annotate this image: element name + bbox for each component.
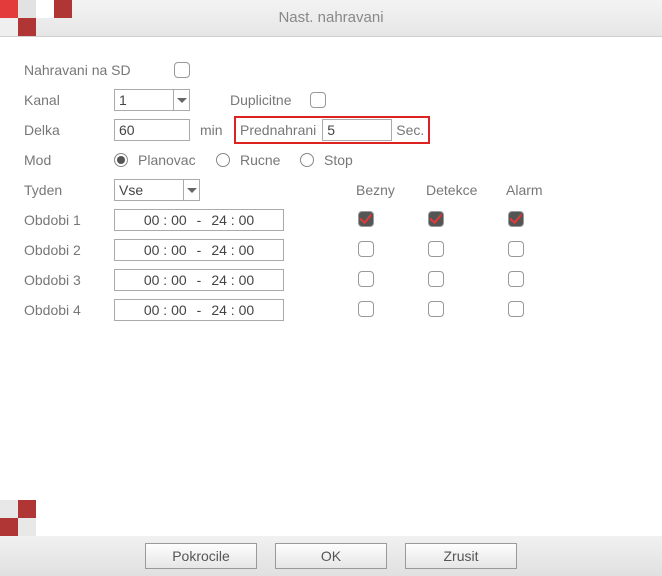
tyden-label: Tyden: [24, 182, 114, 198]
dup-label: Duplicitne: [230, 92, 310, 108]
col-detekce: Detekce: [426, 182, 506, 198]
cancel-button[interactable]: Zrusit: [405, 543, 517, 569]
period-detekce-checkbox[interactable]: [428, 241, 444, 257]
chevron-down-icon[interactable]: [173, 90, 189, 110]
period-row-2: Obdobi 200 : 00-24 : 00: [24, 235, 638, 265]
period-bezny-checkbox[interactable]: [358, 211, 374, 227]
period-row-4: Obdobi 400 : 00-24 : 00: [24, 295, 638, 325]
plan-label: Planovac: [138, 152, 216, 168]
logo-pixel: [0, 18, 18, 36]
period-sep: -: [197, 212, 202, 228]
delka-input-box[interactable]: [114, 119, 190, 141]
period-bezny-checkbox[interactable]: [358, 301, 374, 317]
footer: Pokrocile OK Zrusit: [0, 536, 662, 576]
period-time-input[interactable]: 00 : 00-24 : 00: [114, 299, 284, 321]
period-to: 24 : 00: [211, 302, 254, 318]
period-to: 24 : 00: [211, 212, 254, 228]
logo-pixel: [18, 18, 36, 36]
period-sep: -: [197, 272, 202, 288]
prednahrani-highlight: Prednahrani Sec.: [234, 116, 430, 144]
dup-checkbox[interactable]: [310, 92, 326, 108]
logo-pixel: [36, 0, 54, 18]
min-label: min: [200, 122, 234, 138]
pred-input[interactable]: [323, 120, 393, 140]
period-time-input[interactable]: 00 : 00-24 : 00: [114, 239, 284, 261]
period-from: 00 : 00: [144, 212, 187, 228]
kanal-label: Kanal: [24, 92, 114, 108]
period-detekce-checkbox[interactable]: [428, 211, 444, 227]
tyden-value[interactable]: [115, 180, 183, 200]
logo-pixel: [18, 0, 36, 18]
period-from: 00 : 00: [144, 272, 187, 288]
pred-input-box[interactable]: [322, 119, 392, 141]
col-bezny: Bezny: [356, 182, 426, 198]
period-alarm-checkbox[interactable]: [508, 271, 524, 287]
advanced-button[interactable]: Pokrocile: [145, 543, 257, 569]
period-time-input[interactable]: 00 : 00-24 : 00: [114, 209, 284, 231]
period-alarm-checkbox[interactable]: [508, 301, 524, 317]
period-from: 00 : 00: [144, 242, 187, 258]
corner-logo: [0, 500, 36, 536]
logo-pixel: [54, 0, 72, 18]
window-title: Nast. nahravani: [0, 0, 662, 36]
kanal-value[interactable]: [115, 90, 173, 110]
period-label: Obdobi 3: [24, 272, 114, 288]
period-to: 24 : 00: [211, 242, 254, 258]
period-sep: -: [197, 242, 202, 258]
tyden-select[interactable]: [114, 179, 200, 201]
sec-label: Sec.: [396, 122, 424, 138]
stop-label: Stop: [324, 152, 353, 168]
mod-label: Mod: [24, 152, 114, 168]
chevron-down-icon[interactable]: [183, 180, 199, 200]
delka-input[interactable]: [115, 120, 191, 140]
title-bar: Nast. nahravani: [0, 0, 662, 37]
rucne-label: Rucne: [240, 152, 300, 168]
period-row-1: Obdobi 100 : 00-24 : 00: [24, 205, 638, 235]
period-to: 24 : 00: [211, 272, 254, 288]
period-detekce-checkbox[interactable]: [428, 301, 444, 317]
period-bezny-checkbox[interactable]: [358, 241, 374, 257]
radio-rucne[interactable]: [216, 153, 230, 167]
radio-stop[interactable]: [300, 153, 314, 167]
period-alarm-checkbox[interactable]: [508, 241, 524, 257]
period-detekce-checkbox[interactable]: [428, 271, 444, 287]
period-label: Obdobi 4: [24, 302, 114, 318]
period-row-3: Obdobi 300 : 00-24 : 00: [24, 265, 638, 295]
sd-checkbox[interactable]: [174, 62, 190, 78]
period-time-input[interactable]: 00 : 00-24 : 00: [114, 269, 284, 291]
sd-label: Nahravani na SD: [24, 62, 174, 78]
period-bezny-checkbox[interactable]: [358, 271, 374, 287]
logo-pixel: [0, 0, 18, 18]
ok-button[interactable]: OK: [275, 543, 387, 569]
period-alarm-checkbox[interactable]: [508, 211, 524, 227]
period-label: Obdobi 1: [24, 212, 114, 228]
pred-label: Prednahrani: [240, 122, 316, 138]
period-from: 00 : 00: [144, 302, 187, 318]
period-label: Obdobi 2: [24, 242, 114, 258]
delka-label: Delka: [24, 122, 114, 138]
content-area: Nahravani na SD Kanal Duplicitne Delka m…: [0, 37, 662, 325]
kanal-select[interactable]: [114, 89, 190, 111]
col-alarm: Alarm: [506, 182, 566, 198]
radio-planovac[interactable]: [114, 153, 128, 167]
period-sep: -: [197, 302, 202, 318]
